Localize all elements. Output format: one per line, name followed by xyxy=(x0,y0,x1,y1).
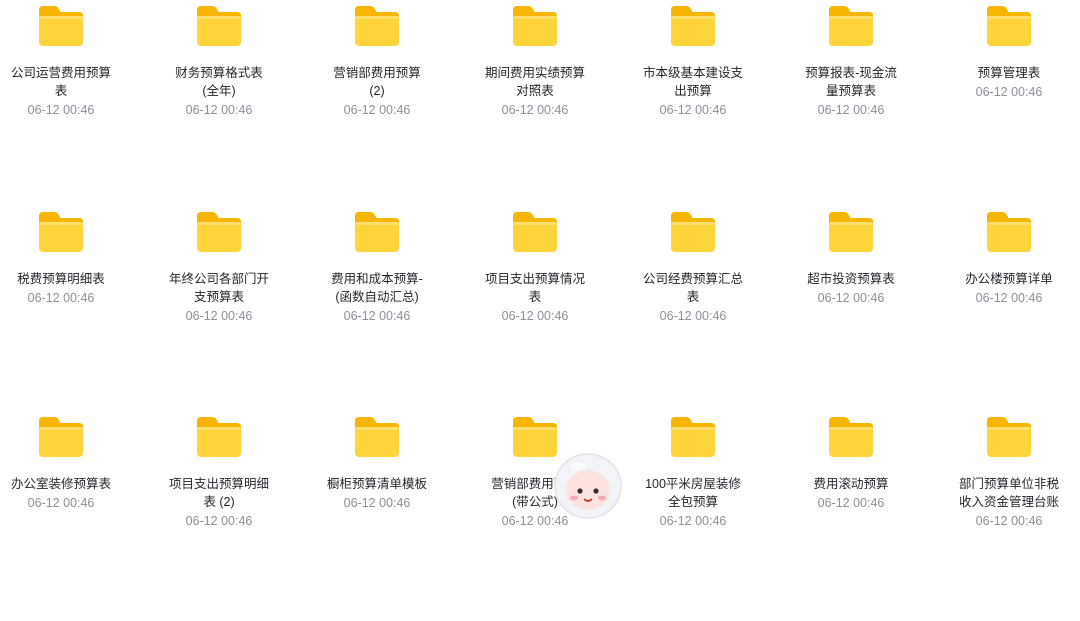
folder-name: 费用和成本预算-(函数自动汇总) xyxy=(331,271,423,304)
folder-name: 费用滚动预算 xyxy=(813,477,889,491)
folder-icon xyxy=(353,4,401,64)
folder-date: 06-12 00:46 xyxy=(185,514,253,528)
folder-icon xyxy=(669,210,717,270)
folder-icon xyxy=(195,210,243,270)
folder-name: 项目支出预算明细表 (2) xyxy=(169,477,269,509)
folder-item[interactable]: 市本级基本建设支出预算 06-12 00:46 xyxy=(614,4,772,210)
folder-item[interactable]: 期间费用实绩预算对照表 06-12 00:46 xyxy=(456,4,614,210)
folder-date: 06-12 00:46 xyxy=(185,103,253,117)
folder-item[interactable]: 项目支出预算情况表 06-12 00:46 xyxy=(456,210,614,416)
folder-icon xyxy=(353,415,401,475)
folder-item[interactable]: 费用和成本预算-(函数自动汇总) 06-12 00:46 xyxy=(298,210,456,416)
folder-name: 项目支出预算情况表 xyxy=(485,271,585,304)
folder-date: 06-12 00:46 xyxy=(659,103,727,117)
folder-name: 预算报表-现金流量预算表 xyxy=(805,66,897,98)
folder-icon xyxy=(827,210,875,270)
folder-item[interactable]: 100平米房屋装修全包预算 06-12 00:46 xyxy=(614,415,772,621)
folder-name: 橱柜预算清单模板 xyxy=(327,477,427,491)
folder-date: 06-12 00:46 xyxy=(27,496,95,510)
folder-name: 部门预算单位非税收入资金管理台账 xyxy=(959,477,1059,509)
folder-name: 公司经费预算汇总表 xyxy=(643,271,743,304)
folder-item[interactable]: 公司经费预算汇总表 06-12 00:46 xyxy=(614,210,772,416)
folder-name: 年终公司各部门开支预算表 xyxy=(169,271,269,304)
folder-date: 06-12 00:46 xyxy=(27,103,95,117)
folder-icon xyxy=(985,415,1033,475)
folder-item[interactable]: 办公室装修预算表 06-12 00:46 xyxy=(0,415,140,621)
folder-date: 06-12 00:46 xyxy=(975,85,1043,99)
folder-icon xyxy=(37,210,85,270)
folder-date: 06-12 00:46 xyxy=(817,103,885,117)
folder-name: 100平米房屋装修全包预算 xyxy=(645,477,741,509)
folder-icon xyxy=(37,415,85,475)
folder-icon xyxy=(511,210,559,270)
folder-item[interactable]: 公司运营费用预算表 06-12 00:46 xyxy=(0,4,140,210)
folder-date: 06-12 00:46 xyxy=(343,103,411,117)
folder-icon xyxy=(353,210,401,270)
folder-item[interactable]: 部门预算单位非税收入资金管理台账 06-12 00:46 xyxy=(930,415,1080,621)
folder-icon xyxy=(669,4,717,64)
folder-name: 办公室装修预算表 xyxy=(11,477,111,491)
folder-icon xyxy=(195,4,243,64)
folder-date: 06-12 00:46 xyxy=(501,308,569,323)
folder-date: 06-12 00:46 xyxy=(185,308,253,323)
folder-name: 公司运营费用预算表 xyxy=(11,66,111,98)
folder-date: 06-12 00:46 xyxy=(659,514,727,528)
folder-date: 06-12 00:46 xyxy=(975,514,1043,528)
folder-item[interactable]: 预算管理表 06-12 00:46 xyxy=(930,4,1080,210)
folder-name: 期间费用实绩预算对照表 xyxy=(485,66,585,98)
folder-item[interactable]: 办公楼预算详单 06-12 00:46 xyxy=(930,210,1080,416)
folder-item[interactable]: 营销部费用预算 (2) 06-12 00:46 xyxy=(298,4,456,210)
mascot-icon[interactable] xyxy=(552,446,624,520)
folder-name: 财务预算格式表(全年) xyxy=(175,66,263,98)
folder-item[interactable]: 项目支出预算明细表 (2) 06-12 00:46 xyxy=(140,415,298,621)
folder-name: 税费预算明细表 xyxy=(17,271,105,286)
folder-date: 06-12 00:46 xyxy=(501,103,569,117)
folder-date: 06-12 00:46 xyxy=(343,496,411,510)
folder-date: 06-12 00:46 xyxy=(975,290,1043,305)
folder-icon xyxy=(827,415,875,475)
folder-name: 营销部费用预算 (2) xyxy=(333,66,421,98)
folder-date: 06-12 00:46 xyxy=(817,290,885,305)
folder-name: 市本级基本建设支出预算 xyxy=(643,66,743,98)
folder-item[interactable]: 费用滚动预算 06-12 00:46 xyxy=(772,415,930,621)
folder-name: 办公楼预算详单 xyxy=(965,271,1053,286)
folder-date: 06-12 00:46 xyxy=(343,308,411,323)
folder-icon xyxy=(195,415,243,475)
folder-item[interactable]: 年终公司各部门开支预算表 06-12 00:46 xyxy=(140,210,298,416)
folder-item[interactable]: 超市投资预算表 06-12 00:46 xyxy=(772,210,930,416)
folder-date: 06-12 00:46 xyxy=(659,308,727,323)
folder-item[interactable]: 财务预算格式表(全年) 06-12 00:46 xyxy=(140,4,298,210)
folder-icon xyxy=(669,415,717,475)
folder-item[interactable]: 税费预算明细表 06-12 00:46 xyxy=(0,210,140,416)
folder-date: 06-12 00:46 xyxy=(817,496,885,510)
folder-icon xyxy=(985,4,1033,64)
folder-icon xyxy=(511,4,559,64)
folder-date: 06-12 00:46 xyxy=(27,290,95,305)
folder-icon xyxy=(37,4,85,64)
folder-name: 预算管理表 xyxy=(977,66,1041,80)
folder-icon xyxy=(827,4,875,64)
file-grid: 公司运营费用预算表 06-12 00:46 财务预算格式表(全年) 06-12 00:… xyxy=(0,4,1080,621)
folder-item[interactable]: 预算报表-现金流量预算表 06-12 00:46 xyxy=(772,4,930,210)
folder-name: 超市投资预算表 xyxy=(807,271,895,286)
folder-item[interactable]: 橱柜预算清单模板 06-12 00:46 xyxy=(298,415,456,621)
folder-icon xyxy=(985,210,1033,270)
